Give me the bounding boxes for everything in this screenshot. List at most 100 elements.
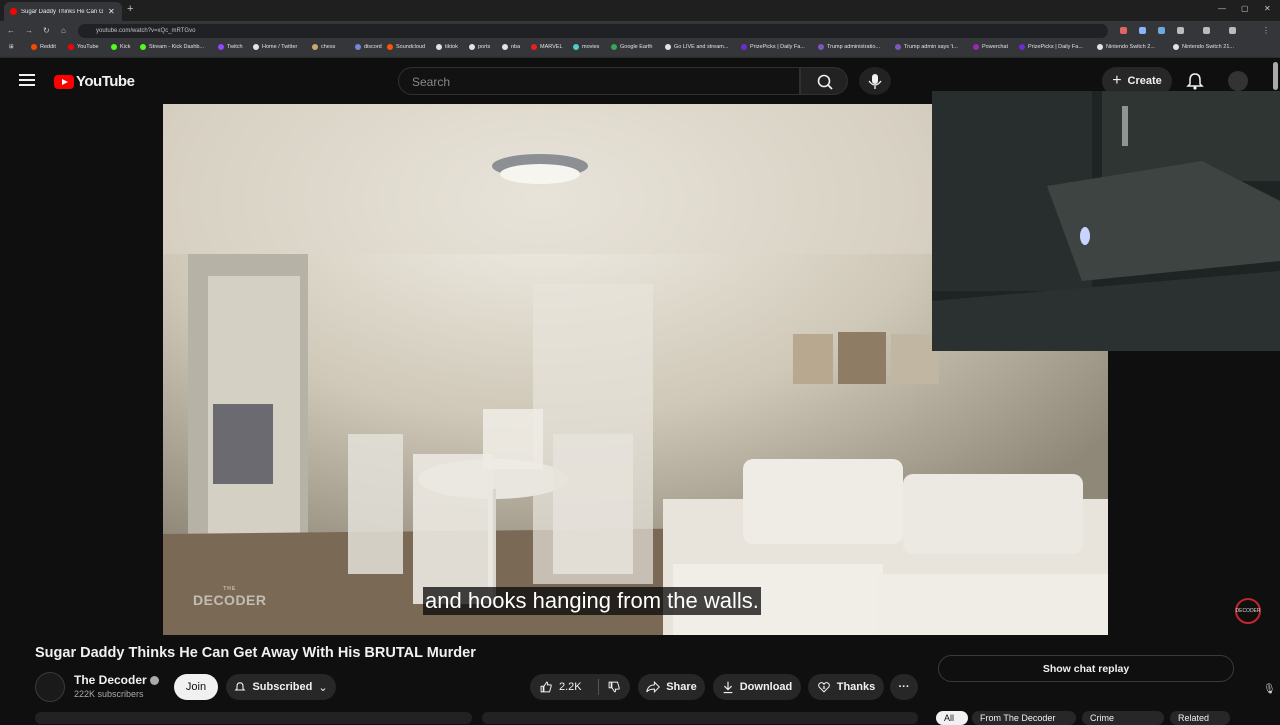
join-button[interactable]: Join bbox=[174, 674, 218, 700]
extension-icon[interactable] bbox=[1120, 27, 1127, 34]
bookmark-item[interactable]: chess bbox=[312, 44, 335, 50]
thanks-label: Thanks bbox=[836, 681, 876, 693]
bookmark-item[interactable]: Nintendo Switch 21... bbox=[1173, 44, 1234, 50]
thumbs-down-icon[interactable] bbox=[607, 680, 621, 694]
notifications-bell-icon[interactable] bbox=[1185, 71, 1205, 91]
browser-tab[interactable]: Sugar Daddy Thinks He Can Get Away With … bbox=[4, 2, 122, 21]
bookmark-label: PrizePicks | Daily Fa... bbox=[750, 44, 805, 50]
download-button[interactable]: Download bbox=[713, 674, 801, 700]
page-scrollbar[interactable] bbox=[1273, 62, 1278, 90]
corner-logo-text: DECODER bbox=[1235, 608, 1261, 614]
comment-box[interactable] bbox=[482, 712, 918, 724]
bookmark-item[interactable]: Powerchat bbox=[973, 44, 1008, 50]
bookmark-label: Nintendo Switch 2... bbox=[1106, 44, 1155, 50]
bookmark-item[interactable]: movies bbox=[573, 44, 599, 50]
bookmark-item[interactable]: Go LIVE and stream... bbox=[665, 44, 728, 50]
bookmark-item[interactable]: Reddit bbox=[31, 44, 56, 50]
more-actions-button[interactable]: ··· bbox=[890, 674, 918, 700]
like-button[interactable]: 2.2K bbox=[539, 680, 582, 694]
bookmark-favicon-icon bbox=[531, 44, 537, 50]
subscribed-button[interactable]: Subscribed ⌄ bbox=[226, 674, 336, 700]
channel-name[interactable]: The Decoder bbox=[74, 673, 159, 687]
browser-toolbar: ← → ↻ ⌂ youtube.com/watch?v=xQc_mRTGvo ⋮ bbox=[0, 21, 1280, 41]
search-input[interactable] bbox=[410, 74, 784, 90]
back-icon[interactable]: ← bbox=[7, 26, 15, 35]
show-chat-replay-button[interactable]: Show chat replay bbox=[938, 655, 1234, 682]
bookmark-label: discord bbox=[364, 44, 382, 50]
bookmark-label: movies bbox=[582, 44, 600, 50]
watermark-text: DECODER bbox=[193, 592, 267, 608]
reload-icon[interactable]: ↻ bbox=[43, 26, 50, 35]
bookmark-item[interactable]: Kick bbox=[111, 44, 130, 50]
bookmark-label: nba bbox=[511, 44, 521, 50]
voice-search-button[interactable] bbox=[859, 67, 891, 95]
youtube-logo-text: YouTube bbox=[76, 73, 135, 90]
bookmark-item[interactable]: Trump administratio... bbox=[818, 44, 880, 50]
url-text: youtube.com/watch?v=xQc_mRTGvo bbox=[96, 28, 196, 34]
bookmark-label: Reddit bbox=[40, 44, 56, 50]
maximize-icon[interactable]: ▢ bbox=[1241, 4, 1249, 13]
channel-avatar[interactable] bbox=[35, 672, 65, 702]
youtube-logo[interactable]: YouTube bbox=[54, 73, 135, 90]
bookmark-item[interactable]: Trump admin says 't... bbox=[895, 44, 958, 50]
bookmark-favicon-icon bbox=[973, 44, 979, 50]
bookmark-item[interactable]: Nintendo Switch 2... bbox=[1097, 44, 1155, 50]
close-tab-icon[interactable]: ✕ bbox=[108, 7, 115, 16]
share-button[interactable]: Share bbox=[638, 674, 705, 700]
chip-related[interactable]: Related bbox=[1170, 711, 1230, 725]
bookmark-item[interactable]: PrizePicks | Daily Fa... bbox=[741, 44, 805, 50]
svg-text:$: $ bbox=[822, 685, 825, 691]
video-watermark: THE DECODER bbox=[193, 586, 267, 608]
sidebar-icon[interactable] bbox=[1203, 27, 1210, 34]
browser-tab-bar: Sugar Daddy Thinks He Can Get Away With … bbox=[0, 0, 1280, 21]
account-avatar[interactable] bbox=[1228, 71, 1248, 91]
chip-crime[interactable]: Crime bbox=[1082, 711, 1164, 725]
bookmark-item[interactable]: ports bbox=[469, 44, 490, 50]
extensions-puzzle-icon[interactable] bbox=[1177, 27, 1184, 34]
bookmark-favicon-icon bbox=[1097, 44, 1103, 50]
bookmark-item[interactable]: Home / Twitter bbox=[253, 44, 297, 50]
thanks-button[interactable]: $ Thanks bbox=[808, 674, 884, 700]
bookmark-item[interactable]: discord bbox=[355, 44, 382, 50]
forward-icon[interactable]: → bbox=[25, 26, 33, 35]
bookmark-item[interactable]: YouTube bbox=[68, 44, 99, 50]
bookmark-label: Kick bbox=[120, 44, 131, 50]
search-icon bbox=[817, 74, 833, 90]
hamburger-menu-icon[interactable] bbox=[19, 74, 35, 86]
bookmark-favicon-icon bbox=[140, 44, 146, 50]
right-rail-mic-icon[interactable]: 🎙 bbox=[1263, 684, 1276, 695]
home-icon[interactable]: ⌂ bbox=[61, 26, 66, 35]
verified-badge-icon bbox=[149, 676, 159, 685]
bookmark-item[interactable]: Google Earth bbox=[611, 44, 652, 50]
bookmark-label: YouTube bbox=[77, 44, 99, 50]
bookmark-item[interactable]: MARVEL bbox=[531, 44, 563, 50]
extension-icon[interactable] bbox=[1158, 27, 1165, 34]
apps-grid-icon[interactable]: ⊞ bbox=[9, 44, 14, 50]
bookmark-item[interactable]: Stream - Kick Dashb... bbox=[140, 44, 204, 50]
search-button[interactable] bbox=[800, 67, 848, 95]
close-window-icon[interactable]: ✕ bbox=[1264, 4, 1271, 13]
bookmark-item[interactable]: Soundcloud bbox=[387, 44, 425, 50]
profile-icon[interactable] bbox=[1229, 27, 1236, 34]
bookmark-item[interactable]: PrizePicks | Daily Fa... bbox=[1019, 44, 1083, 50]
video-title: Sugar Daddy Thinks He Can Get Away With … bbox=[35, 645, 476, 661]
bookmarks-bar: Reddit YouTube Kick Stream - Kick Dashb... T… bbox=[0, 41, 1280, 58]
bookmark-item[interactable]: tiktok bbox=[436, 44, 458, 50]
bookmark-item[interactable]: Twitch bbox=[218, 44, 243, 50]
webcam-frame bbox=[932, 91, 1280, 351]
chip-from-channel[interactable]: From The Decoder bbox=[972, 711, 1076, 725]
address-bar[interactable]: youtube.com/watch?v=xQc_mRTGvo bbox=[78, 24, 1108, 38]
description-box[interactable] bbox=[35, 712, 472, 724]
chip-all[interactable]: All bbox=[936, 711, 968, 725]
bookmark-favicon-icon bbox=[895, 44, 901, 50]
bookmark-favicon-icon bbox=[1173, 44, 1179, 50]
bookmark-label: ports bbox=[478, 44, 491, 50]
bookmark-favicon-icon bbox=[741, 44, 747, 50]
bookmark-favicon-icon bbox=[502, 44, 508, 50]
bookmark-item[interactable]: nba bbox=[502, 44, 520, 50]
new-tab-button[interactable]: + bbox=[127, 3, 133, 15]
minimize-icon[interactable]: — bbox=[1218, 4, 1226, 13]
menu-kebab-icon[interactable]: ⋮ bbox=[1262, 26, 1270, 35]
extension-icon[interactable] bbox=[1139, 27, 1146, 34]
microphone-icon bbox=[868, 74, 882, 89]
